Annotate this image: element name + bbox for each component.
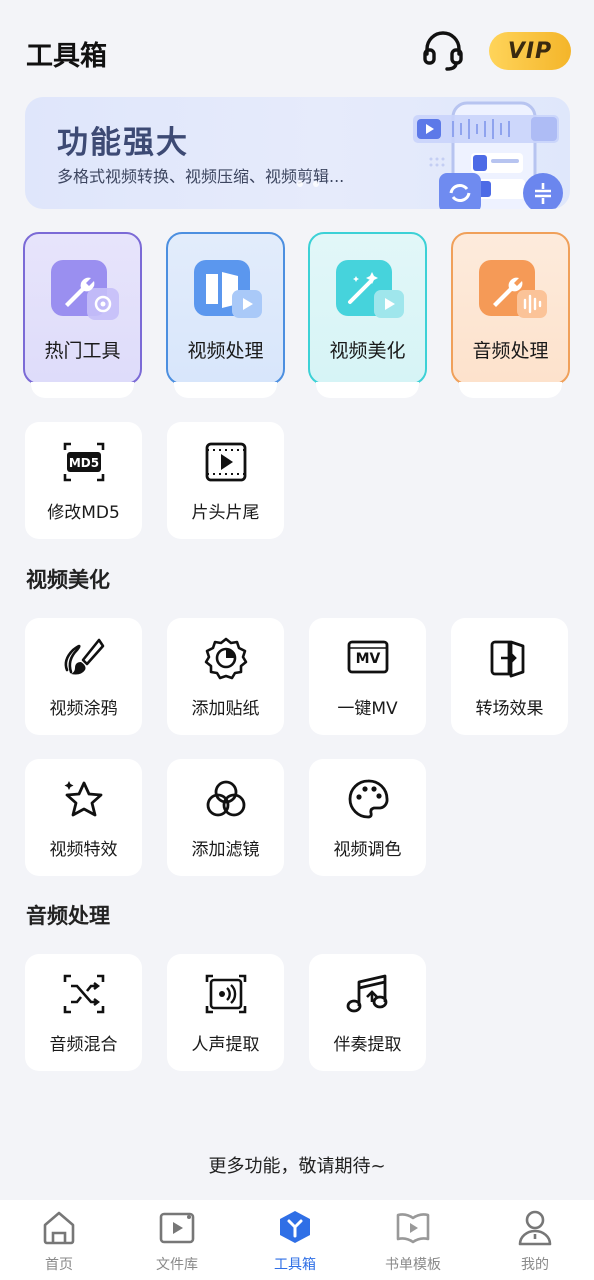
category-video-beauty[interactable]: 视频美化 <box>308 232 427 385</box>
palette-icon <box>348 779 389 819</box>
tool-label: 音频混合 <box>49 1035 118 1055</box>
tool-transition-effect[interactable]: 转场效果 <box>451 618 568 735</box>
nav-home[interactable]: 首页 <box>0 1200 118 1280</box>
vip-button[interactable]: VIP <box>489 32 571 70</box>
banner-phone-illustration <box>413 101 563 209</box>
svg-text:MD5: MD5 <box>69 456 99 470</box>
nav-label: 首页 <box>45 1257 73 1273</box>
more-features-note: 更多功能，敬请期待~ <box>208 1156 386 1177</box>
tool-label: 添加贴纸 <box>191 699 260 719</box>
file-library-icon <box>159 1212 195 1244</box>
nav-label: 文件库 <box>156 1257 198 1273</box>
shuffle-icon <box>63 974 105 1014</box>
tool-intro-outro[interactable]: 片头片尾 <box>167 422 284 539</box>
tool-label: 修改MD5 <box>47 503 120 523</box>
md5-icon: MD5 <box>63 442 105 482</box>
nav-label: 我的 <box>521 1257 549 1273</box>
tool-video-doodle[interactable]: 视频涂鸦 <box>25 618 142 735</box>
mv-icon: MV <box>347 640 389 674</box>
tool-label: 人声提取 <box>191 1035 260 1055</box>
voice-extract-icon <box>205 974 247 1014</box>
headset-icon[interactable] <box>420 28 466 74</box>
tool-label: 添加滤镜 <box>191 840 260 860</box>
card-underlay <box>459 382 562 398</box>
music-upload-icon <box>346 974 388 1013</box>
card-underlay <box>174 382 277 398</box>
category-label: 视频处理 <box>187 340 264 362</box>
tool-audio-mix[interactable]: 音频混合 <box>25 954 142 1071</box>
tool-label: 一键MV <box>337 699 398 719</box>
brush-icon <box>64 638 105 675</box>
star-sparkle-icon <box>64 781 103 817</box>
tool-label: 视频调色 <box>333 840 402 860</box>
tool-one-click-mv[interactable]: MV 一键MV <box>309 618 426 735</box>
nav-book-template[interactable]: 书单模板 <box>354 1200 472 1280</box>
category-label: 视频美化 <box>329 340 406 362</box>
sticker-icon <box>204 637 248 680</box>
category-label: 热门工具 <box>44 340 121 362</box>
transition-icon <box>490 640 525 678</box>
section-title-video-beauty: 视频美化 <box>26 568 110 592</box>
bottom-nav: 首页 文件库 工具箱 书单模板 我的 <box>0 1200 594 1280</box>
tool-label: 视频涂鸦 <box>49 699 118 719</box>
nav-label: 工具箱 <box>274 1257 316 1273</box>
category-video-processing[interactable]: 视频处理 <box>166 232 285 385</box>
clip-play-icon <box>205 442 247 482</box>
promo-banner[interactable]: 功能强大 多格式视频转换、视频压缩、视频剪辑... <box>25 97 570 209</box>
card-underlay <box>316 382 419 398</box>
category-audio-processing[interactable]: 音频处理 <box>451 232 570 385</box>
wrench-tools-icon <box>51 260 119 320</box>
tool-label: 片头片尾 <box>191 503 260 523</box>
tool-accompaniment-extraction[interactable]: 伴奏提取 <box>309 954 426 1071</box>
nav-label: 书单模板 <box>385 1257 441 1273</box>
tool-label: 伴奏提取 <box>333 1035 402 1055</box>
banner-pager <box>297 181 319 187</box>
book-template-icon <box>396 1213 430 1244</box>
page-title: 工具箱 <box>26 41 107 72</box>
tool-modify-md5[interactable]: MD5 修改MD5 <box>25 422 142 539</box>
svg-text:MV: MV <box>356 651 381 667</box>
tool-label: 视频特效 <box>49 840 118 860</box>
banner-title: 功能强大 <box>57 125 189 161</box>
header: 工具箱 VIP <box>0 0 594 96</box>
wrench-audio-icon <box>479 260 547 318</box>
tool-video-color-grading[interactable]: 视频调色 <box>309 759 426 876</box>
tool-voice-extraction[interactable]: 人声提取 <box>167 954 284 1071</box>
tool-video-effects[interactable]: 视频特效 <box>25 759 142 876</box>
nav-file-library[interactable]: 文件库 <box>118 1200 236 1280</box>
category-label: 音频处理 <box>472 340 549 362</box>
card-underlay <box>31 382 134 398</box>
category-hot-tools[interactable]: 热门工具 <box>23 232 142 385</box>
home-icon <box>43 1211 75 1245</box>
profile-icon <box>518 1210 552 1246</box>
toolbox-icon <box>280 1211 310 1243</box>
filter-icon <box>206 780 246 817</box>
video-processing-icon <box>194 260 262 318</box>
nav-toolbox[interactable]: 工具箱 <box>236 1200 354 1280</box>
nav-profile[interactable]: 我的 <box>476 1200 594 1280</box>
magic-wand-video-icon <box>336 260 404 318</box>
section-title-audio-processing: 音频处理 <box>26 904 110 928</box>
tool-add-sticker[interactable]: 添加贴纸 <box>167 618 284 735</box>
tool-add-filter[interactable]: 添加滤镜 <box>167 759 284 876</box>
tool-label: 转场效果 <box>475 699 544 719</box>
